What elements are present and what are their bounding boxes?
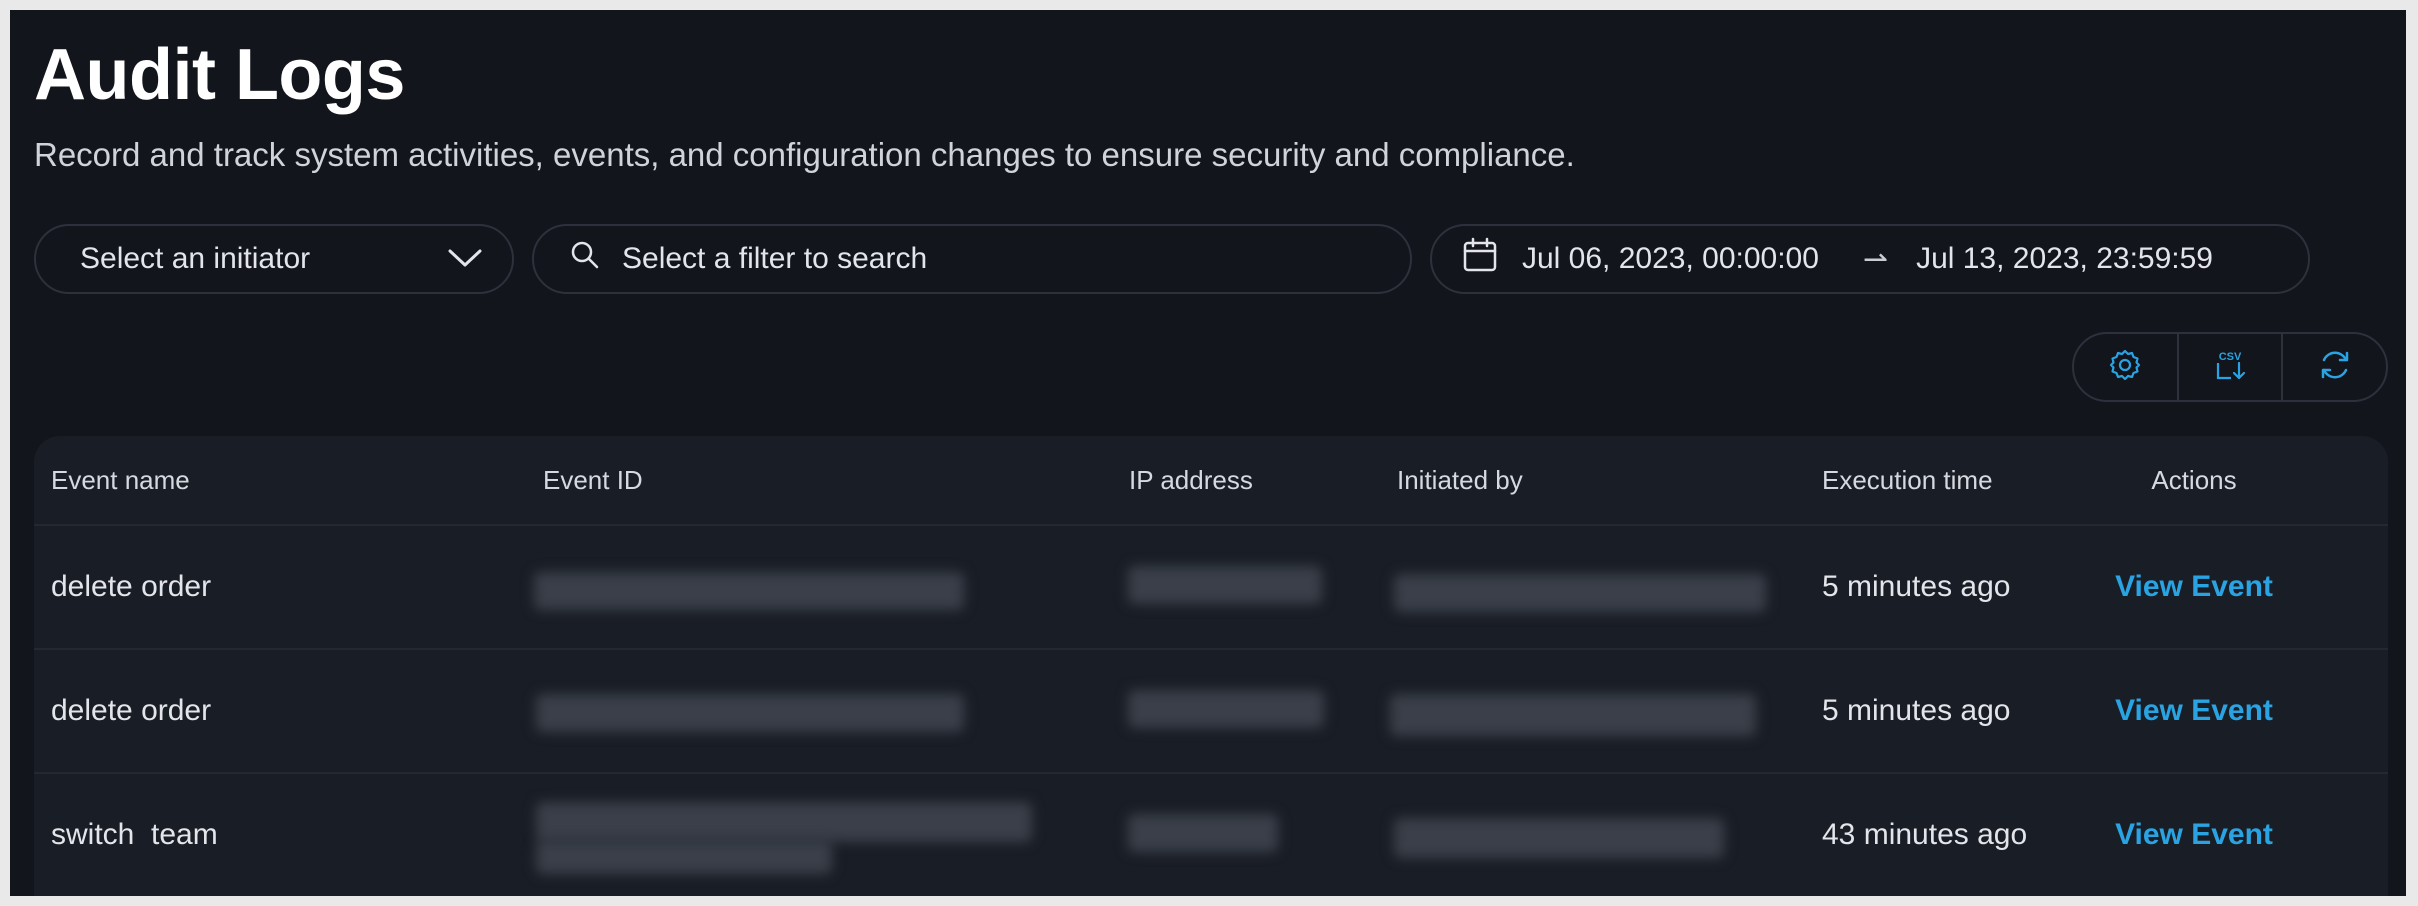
svg-text:CSV: CSV <box>2219 351 2242 363</box>
refresh-icon <box>2318 348 2352 387</box>
table-row: switch team 43 minutes ago View Event <box>34 774 2388 896</box>
column-header-execution-time[interactable]: Execution time <box>1822 436 1993 524</box>
redacted-event-id <box>536 694 964 732</box>
table-header: Event name Event ID IP address Initiated… <box>34 436 2388 526</box>
redacted-ip-address <box>1128 690 1324 728</box>
redacted-ip-address <box>1128 814 1278 852</box>
date-range-picker[interactable]: Jul 06, 2023, 00:00:00 ⇀ Jul 13, 2023, 2… <box>1430 224 2310 294</box>
initiator-select-label: Select an initiator <box>80 242 311 275</box>
view-event-link[interactable]: View Event <box>2115 694 2273 728</box>
redacted-ip-address <box>1128 566 1322 604</box>
gear-icon <box>2108 348 2142 387</box>
column-header-initiated-by[interactable]: Initiated by <box>1397 436 1523 524</box>
execution-time-cell: 43 minutes ago <box>1822 818 2028 851</box>
audit-log-table: Event name Event ID IP address Initiated… <box>34 436 2388 896</box>
initiator-select[interactable]: Select an initiator <box>34 224 514 294</box>
event-name-cell: delete order <box>51 694 212 727</box>
column-header-event-id[interactable]: Event ID <box>543 436 643 524</box>
search-icon <box>570 240 622 278</box>
table-row: delete order 5 minutes ago View Event <box>34 650 2388 774</box>
redacted-initiator <box>1394 574 1766 612</box>
csv-download-icon: CSV <box>2213 347 2247 388</box>
redacted-event-id-line2 <box>536 840 832 874</box>
date-end[interactable]: Jul 13, 2023, 23:59:59 <box>1916 242 2213 276</box>
table-row: delete order 5 minutes ago View Event <box>34 526 2388 650</box>
redacted-initiator <box>1390 694 1756 736</box>
audit-logs-panel: Audit Logs Record and track system activ… <box>10 10 2406 896</box>
redacted-event-id <box>536 802 1032 842</box>
chevron-down-icon <box>448 242 482 276</box>
refresh-button[interactable] <box>2281 334 2386 400</box>
settings-button[interactable] <box>2074 334 2177 400</box>
view-event-link[interactable]: View Event <box>2115 570 2273 604</box>
date-start[interactable]: Jul 06, 2023, 00:00:00 <box>1522 242 1819 276</box>
execution-time-cell: 5 minutes ago <box>1822 570 2011 603</box>
calendar-icon <box>1462 237 1522 281</box>
search-placeholder: Select a filter to search <box>622 242 928 275</box>
redacted-initiator <box>1394 818 1724 858</box>
column-header-ip-address[interactable]: IP address <box>1129 436 1253 524</box>
view-event-link[interactable]: View Event <box>2115 818 2273 852</box>
date-separator-arrow-icon: ⇀ <box>1862 242 1889 276</box>
export-csv-button[interactable]: CSV <box>2176 334 2282 400</box>
column-header-actions: Actions <box>2151 464 2237 495</box>
execution-time-cell: 5 minutes ago <box>1822 694 2011 727</box>
page-subtitle: Record and track system activities, even… <box>34 136 1575 173</box>
event-name-cell: delete order <box>51 570 212 603</box>
search-input[interactable]: Select a filter to search <box>532 224 1412 294</box>
table-toolbar: CSV <box>2072 332 2388 402</box>
column-header-event-name[interactable]: Event name <box>51 436 190 524</box>
redacted-event-id <box>534 572 964 610</box>
event-name-cell: switch team <box>51 818 218 851</box>
page-title: Audit Logs <box>34 35 405 115</box>
